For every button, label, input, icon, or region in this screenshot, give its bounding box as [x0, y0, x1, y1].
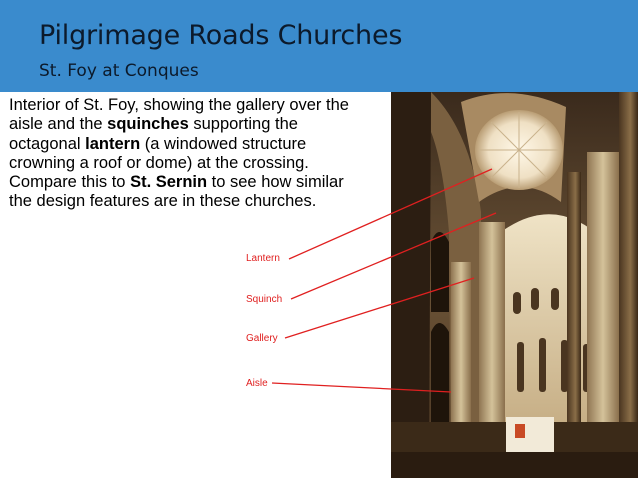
- label-aisle: Aisle: [246, 378, 268, 389]
- label-gallery: Gallery: [246, 333, 278, 344]
- slide-subtitle: St. Foy at Conques: [39, 61, 199, 81]
- description-text: Interior of St. Foy, showing the gallery…: [9, 96, 365, 212]
- slide-title: Pilgrimage Roads Churches: [39, 20, 403, 51]
- term-lantern: lantern: [85, 134, 141, 153]
- term-squinches: squinches: [107, 115, 189, 134]
- term-st-sernin: St. Sernin: [130, 173, 208, 192]
- title-banner: Pilgrimage Roads Churches St. Foy at Con…: [0, 0, 638, 92]
- church-interior-photo: [391, 92, 638, 478]
- label-squinch: Squinch: [246, 294, 283, 305]
- label-lantern: Lantern: [246, 253, 280, 264]
